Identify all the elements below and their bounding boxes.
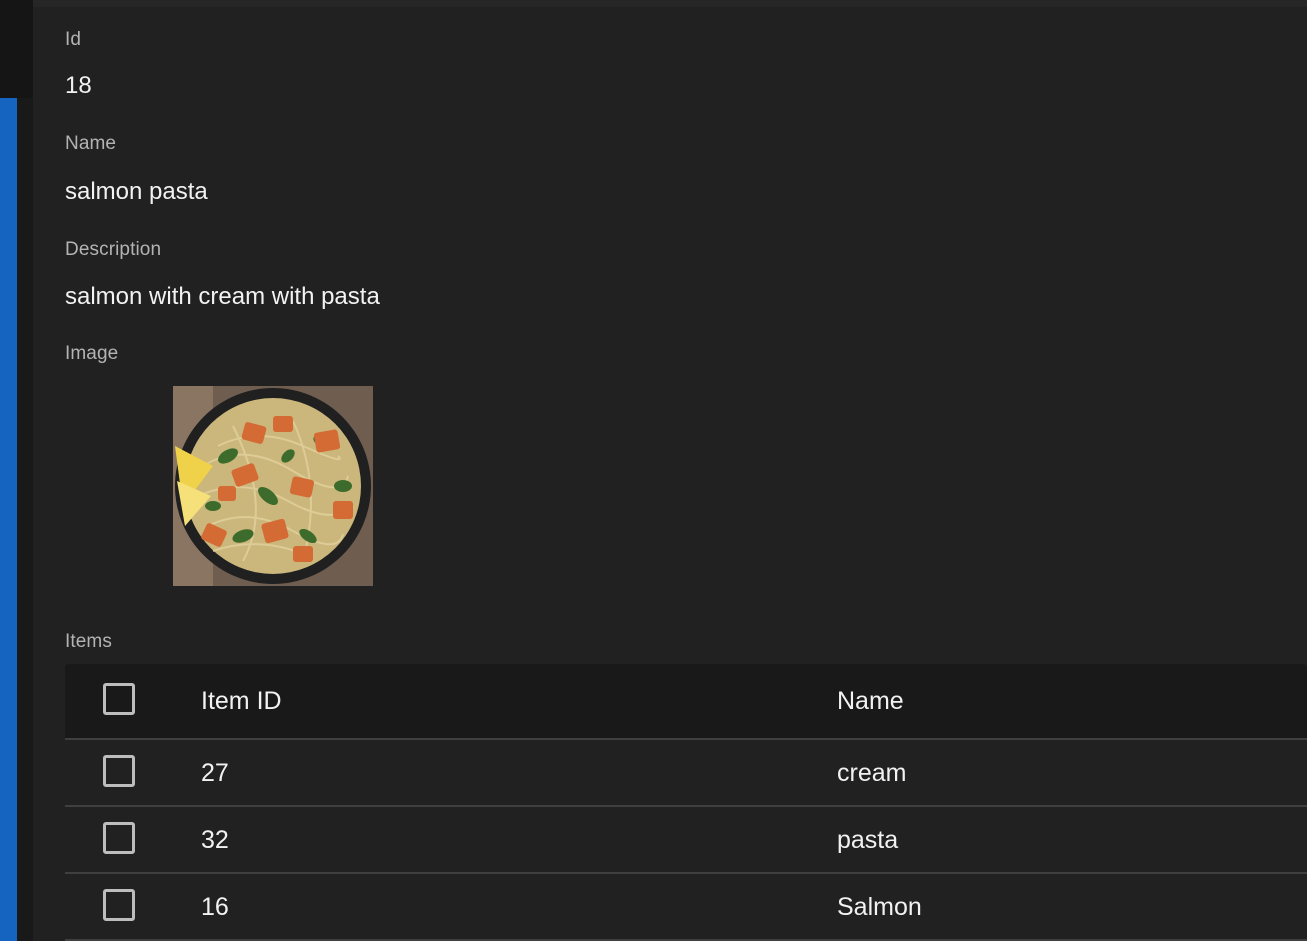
column-header-name[interactable]: Name (837, 686, 904, 716)
row-checkbox[interactable] (103, 754, 135, 787)
name-value: salmon pasta (65, 178, 208, 205)
app-window: Id 18 Name salmon pasta Description salm… (0, 0, 1307, 941)
name-label: Name (65, 133, 117, 154)
id-label: Id (65, 29, 82, 50)
record-detail-panel: Id 18 Name salmon pasta Description salm… (33, 0, 1307, 941)
select-all-checkbox[interactable] (103, 683, 135, 715)
item-id-cell: 27 (201, 758, 229, 787)
table-row[interactable]: 16 Salmon (65, 874, 1307, 941)
table-header-row: Item ID Name (65, 664, 1307, 740)
sidebar-active-indicator (0, 98, 17, 941)
column-header-item-id[interactable]: Item ID (201, 686, 282, 716)
description-label: Description (65, 239, 162, 260)
item-id-cell: 16 (201, 892, 229, 921)
item-name-cell: Salmon (837, 892, 922, 921)
id-value: 18 (65, 72, 92, 99)
panel-top-border (33, 0, 1307, 7)
dish-image (173, 386, 373, 586)
description-value: salmon with cream with pasta (65, 283, 380, 310)
image-label: Image (65, 343, 119, 364)
item-name-cell: pasta (837, 825, 899, 854)
table-row[interactable]: 27 cream (65, 740, 1307, 807)
item-id-cell: 32 (201, 825, 229, 854)
sidebar-edge (0, 0, 33, 941)
table-row[interactable]: 32 pasta (65, 807, 1307, 874)
item-name-cell: cream (837, 758, 907, 787)
items-table: Item ID Name 27 cream 32 pasta 16 Salmon (65, 664, 1307, 941)
row-checkbox[interactable] (103, 821, 135, 854)
sidebar-header-edge (0, 0, 33, 98)
items-label: Items (65, 631, 112, 652)
row-checkbox[interactable] (103, 888, 135, 921)
